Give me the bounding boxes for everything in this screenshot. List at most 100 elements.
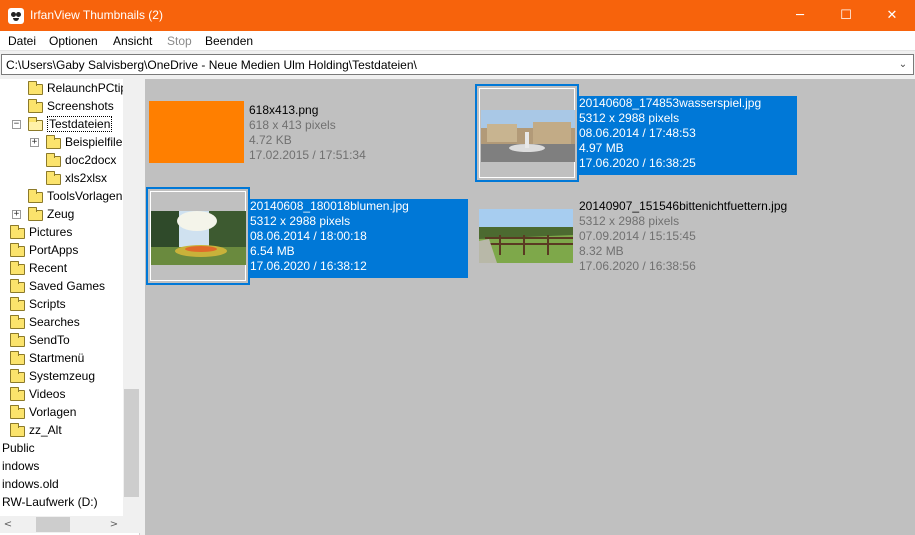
tree-item[interactable]: Searches [0,313,139,331]
tree-item-label: Vorlagen [29,405,77,419]
tree-item-label: Pictures [29,225,73,239]
tree-item[interactable]: − Testdateien [0,115,139,133]
tree-item[interactable]: + Zeug [0,205,139,223]
tree-item-label: Startmenü [29,351,85,365]
thumbnail-area[interactable]: 618x413.png 618 x 413 pixels 4.72 KB 17.… [145,79,915,535]
folder-icon [10,333,25,347]
tree-item-label: PortApps [29,243,79,257]
file-date: 17.06.2020 / 16:38:12 [250,259,367,273]
folder-icon [10,405,25,419]
tree-item[interactable]: + Beispielfile [0,133,139,151]
thumbnail-frame[interactable] [146,187,250,285]
tree-vertical-scrollbar[interactable] [123,79,140,516]
tree-item-label: Saved Games [29,279,106,293]
file-dimensions: 5312 x 2988 pixels [579,111,680,125]
expand-icon[interactable]: + [30,138,39,147]
file-dimensions: 618 x 413 pixels [249,118,336,132]
tree-item[interactable]: Systemzeug [0,367,139,385]
horizontal-scroll-thumb[interactable] [36,517,70,532]
path-combobox[interactable]: C:\Users\Gaby Salvisberg\OneDrive - Neue… [1,54,914,75]
file-size: 8.32 MB [579,244,624,258]
thumbnail-item[interactable]: 20140608_174853wasserspiel.jpg 5312 x 29… [475,84,799,184]
folder-icon [28,189,43,203]
thumbnail-frame[interactable] [475,84,579,182]
folder-icon [28,207,43,221]
tree-item-label: RelaunchPCtip [47,81,128,95]
thumbnail-frame[interactable] [475,187,579,285]
scrollbar-corner [123,516,140,533]
tree-item-label: Public [2,441,35,455]
maximize-button[interactable]: ☐ [823,0,869,31]
title-bar[interactable]: IrfanView Thumbnails (2) ─ ☐ ✕ [0,0,915,31]
tree-item-label: Systemzeug [29,369,96,383]
tree-item[interactable]: RelaunchPCtip [0,79,139,97]
thumbnail-item[interactable]: 20140608_180018blumen.jpg 5312 x 2988 pi… [146,187,470,287]
thumbnail-frame[interactable] [145,85,249,183]
folder-tree[interactable]: RelaunchPCtip Screenshots − Testdateien + Bei… [0,79,140,535]
menu-datei[interactable]: Datei [8,34,36,48]
collapse-icon[interactable]: − [12,120,21,129]
file-size: 4.72 KB [249,133,292,147]
tree-item[interactable]: Pictures [0,223,139,241]
tree-item-label: indows.old [2,477,59,491]
tree-horizontal-scrollbar[interactable]: < > [0,516,123,533]
tree-item[interactable]: SendTo [0,331,139,349]
folder-icon [10,369,25,383]
folder-icon [10,243,25,257]
tree-item[interactable]: PortApps [0,241,139,259]
tree-item[interactable]: indows.old [0,475,139,493]
tree-item[interactable]: Public [0,439,139,457]
file-date: 17.02.2015 / 17:51:34 [249,148,366,162]
folder-icon [28,99,43,113]
folder-icon [10,387,25,401]
tree-item-label: RW-Laufwerk (D:) [2,495,98,509]
tree-item[interactable]: indows [0,457,139,475]
tree-item[interactable]: Videos [0,385,139,403]
tree-item[interactable]: Recent [0,259,139,277]
file-dimensions: 5312 x 2988 pixels [579,214,680,228]
scroll-right-arrow[interactable]: > [106,516,122,533]
tree-item-label: ToolsVorlagen [47,189,123,203]
chevron-down-icon[interactable]: ⌄ [895,55,911,74]
thumbnail-image [479,209,573,263]
tree-item[interactable]: Saved Games [0,277,139,295]
folder-icon [46,153,61,167]
menu-bar: Datei Optionen Ansicht Stop Beenden [0,31,915,51]
tree-item[interactable]: Vorlagen [0,403,139,421]
thumbnail-item[interactable]: 618x413.png 618 x 413 pixels 4.72 KB 17.… [145,85,469,185]
tree-item[interactable]: doc2docx [0,151,139,169]
expand-icon[interactable]: + [12,210,21,219]
tree-item-label: Searches [29,315,80,329]
close-button[interactable]: ✕ [869,0,915,31]
vertical-scroll-thumb[interactable] [124,389,139,497]
minimize-button[interactable]: ─ [777,0,823,31]
path-text: C:\Users\Gaby Salvisberg\OneDrive - Neue… [6,58,417,72]
menu-stop[interactable]: Stop [167,34,192,48]
tree-item-label: Screenshots [47,99,114,113]
file-name: 20140608_180018blumen.jpg [250,199,409,213]
tree-item[interactable]: zz_Alt [0,421,139,439]
menu-ansicht[interactable]: Ansicht [113,34,152,48]
file-captured: 08.06.2014 / 17:48:53 [579,126,696,140]
tree-item-label: Videos [29,387,66,401]
tree-item-label: Zeug [47,207,75,221]
irfanview-app-icon[interactable] [8,8,24,24]
thumbnail-image [149,101,244,163]
menu-beenden[interactable]: Beenden [205,34,253,48]
tree-item[interactable]: ToolsVorlagen [0,187,139,205]
folder-open-icon [28,117,43,131]
file-date: 17.06.2020 / 16:38:56 [579,259,696,273]
tree-item-label: indows [2,459,40,473]
thumbnail-item[interactable]: 20140907_151546bittenichtfuettern.jpg 53… [475,187,799,287]
scroll-left-arrow[interactable]: < [0,516,16,533]
file-size: 4.97 MB [579,141,624,155]
tree-item[interactable]: RW-Laufwerk (D:) [0,493,139,511]
tree-item[interactable]: Screenshots [0,97,139,115]
tree-item-label: Beispielfile [65,135,123,149]
tree-item[interactable]: Startmenü [0,349,139,367]
menu-optionen[interactable]: Optionen [49,34,98,48]
tree-item[interactable]: Scripts [0,295,139,313]
tree-item-label: doc2docx [65,153,117,167]
folder-icon [10,225,25,239]
tree-item[interactable]: xls2xlsx [0,169,139,187]
